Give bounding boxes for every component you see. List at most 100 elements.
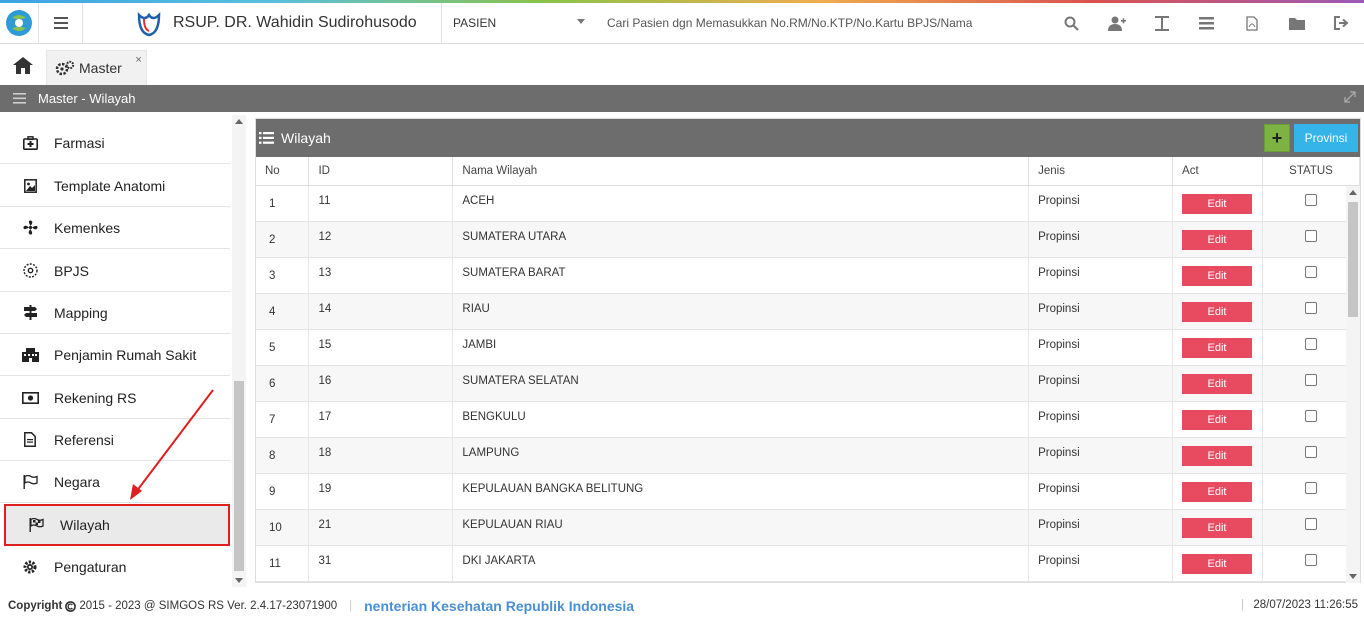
table-row[interactable]: 4 14 RIAU Propinsi Edit bbox=[256, 293, 1360, 330]
edit-button[interactable]: Edit bbox=[1182, 230, 1253, 250]
table-row[interactable]: 5 15 JAMBI Propinsi Edit bbox=[256, 329, 1360, 366]
edit-button[interactable]: Edit bbox=[1182, 518, 1253, 538]
table-row[interactable]: 11 31 DKI JAKARTA Propinsi Edit bbox=[256, 545, 1360, 582]
provinsi-button[interactable]: Provinsi bbox=[1294, 124, 1358, 152]
home-icon bbox=[13, 56, 33, 74]
footer-datetime: 28/07/2023 11:26:55 bbox=[1242, 599, 1358, 611]
table-scrollbar[interactable] bbox=[1346, 185, 1360, 583]
sidebar-item-label: Referensi bbox=[54, 431, 114, 448]
pdf-button[interactable] bbox=[1229, 3, 1274, 44]
status-checkbox[interactable] bbox=[1305, 554, 1317, 566]
edit-button[interactable]: Edit bbox=[1182, 338, 1253, 358]
app-logo[interactable] bbox=[0, 2, 39, 44]
table-row[interactable]: 8 18 LAMPUNG Propinsi Edit bbox=[256, 437, 1360, 474]
add-user-button[interactable] bbox=[1094, 3, 1139, 44]
medkit-icon bbox=[0, 135, 54, 150]
sidebar-item-penjamin-rumah-sakit[interactable]: Penjamin Rumah Sakit bbox=[0, 334, 230, 376]
scrollbar-thumb[interactable] bbox=[234, 381, 244, 571]
status-checkbox[interactable] bbox=[1305, 374, 1317, 386]
cell-id: 18 bbox=[308, 437, 454, 474]
table-row[interactable]: 9 19 KEPULAUAN BANGKA BELITUNG Propinsi Edit bbox=[256, 473, 1360, 510]
cell-nama-wilayah: LAMPUNG bbox=[452, 437, 1030, 474]
sidebar-item-template-anatomi[interactable]: Template Anatomi bbox=[0, 165, 230, 207]
column-header-id[interactable]: ID bbox=[308, 157, 454, 186]
column-header-status[interactable]: STATUS bbox=[1262, 157, 1361, 186]
status-checkbox[interactable] bbox=[1305, 230, 1317, 242]
building-icon bbox=[0, 347, 54, 362]
status-checkbox[interactable] bbox=[1305, 446, 1317, 458]
patient-search-input[interactable]: Cari Pasien dgn Memasukkan No.RM/No.KTP/… bbox=[597, 3, 1027, 44]
table-row[interactable]: 1 11 ACEH Propinsi Edit bbox=[256, 185, 1360, 222]
text-button[interactable] bbox=[1139, 3, 1184, 44]
table-row[interactable]: 2 12 SUMATERA UTARA Propinsi Edit bbox=[256, 221, 1360, 258]
edit-button[interactable]: Edit bbox=[1182, 446, 1253, 466]
cell-id: 11 bbox=[308, 185, 454, 222]
cell-id: 17 bbox=[308, 401, 454, 438]
cell-nama-wilayah: KEPULAUAN BANGKA BELITUNG bbox=[452, 473, 1030, 510]
search-category-select[interactable]: PASIEN bbox=[442, 3, 597, 44]
scroll-up-icon[interactable] bbox=[235, 119, 243, 124]
wilayah-panel: Wilayah + Provinsi No ID Nama Wilayah Je… bbox=[255, 118, 1361, 583]
gear-circle-icon bbox=[0, 263, 54, 278]
status-checkbox[interactable] bbox=[1305, 266, 1317, 278]
sidebar-item-label: Kemenkes bbox=[54, 219, 121, 236]
column-header-act[interactable]: Act bbox=[1172, 157, 1263, 186]
cell-act: Edit bbox=[1172, 365, 1263, 402]
sidebar-item-pengaturan[interactable]: Pengaturan bbox=[0, 546, 230, 587]
folder-icon bbox=[1288, 17, 1305, 30]
footer-marquee: nenterian Kesehatan Republik Indonesia bbox=[364, 598, 635, 614]
sidebar-item-farmasi[interactable]: Farmasi bbox=[0, 122, 230, 164]
sidebar-scrollbar[interactable] bbox=[232, 115, 246, 587]
edit-button[interactable]: Edit bbox=[1182, 410, 1253, 430]
search-button[interactable] bbox=[1049, 3, 1094, 44]
status-checkbox[interactable] bbox=[1305, 518, 1317, 530]
edit-button[interactable]: Edit bbox=[1182, 482, 1253, 502]
list-icon bbox=[259, 132, 274, 144]
scroll-down-icon[interactable] bbox=[235, 578, 243, 583]
folder-button[interactable] bbox=[1274, 3, 1319, 44]
status-checkbox[interactable] bbox=[1305, 302, 1317, 314]
status-checkbox[interactable] bbox=[1305, 482, 1317, 494]
edit-button[interactable]: Edit bbox=[1182, 302, 1253, 322]
close-icon[interactable]: × bbox=[135, 54, 141, 66]
tab-bar: Master × bbox=[0, 45, 1364, 85]
scroll-up-icon[interactable] bbox=[1349, 189, 1357, 195]
file-icon bbox=[0, 432, 54, 447]
sidebar-item-kemenkes[interactable]: Kemenkes bbox=[0, 207, 230, 249]
edit-button[interactable]: Edit bbox=[1182, 193, 1253, 214]
table-row[interactable]: 10 21 KEPULAUAN RIAU Propinsi Edit bbox=[256, 509, 1360, 546]
edit-button[interactable]: Edit bbox=[1182, 266, 1253, 286]
section-menu-button[interactable] bbox=[0, 93, 38, 104]
sidebar-item-label: Negara bbox=[54, 473, 100, 490]
sidebar-item-wilayah[interactable]: Wilayah bbox=[4, 504, 230, 546]
table-row[interactable]: 3 13 SUMATERA BARAT Propinsi Edit bbox=[256, 257, 1360, 294]
table-row[interactable]: 6 16 SUMATERA SELATAN Propinsi Edit bbox=[256, 365, 1360, 402]
column-header-no[interactable]: No bbox=[256, 157, 310, 186]
home-button[interactable] bbox=[0, 45, 46, 85]
cell-no: 7 bbox=[256, 401, 310, 438]
column-header-jenis[interactable]: Jenis bbox=[1028, 157, 1174, 186]
wilayah-table-header: No ID Nama Wilayah Jenis Act STATUS bbox=[256, 157, 1361, 186]
status-checkbox[interactable] bbox=[1305, 338, 1317, 350]
sidebar-item-bpjs[interactable]: BPJS bbox=[0, 250, 230, 292]
list-button[interactable] bbox=[1184, 3, 1229, 44]
cell-id: 13 bbox=[308, 257, 454, 294]
sidebar-item-mapping[interactable]: Mapping bbox=[0, 292, 230, 334]
status-checkbox[interactable] bbox=[1305, 193, 1317, 206]
sidebar-item-label: Penjamin Rumah Sakit bbox=[54, 346, 197, 363]
cog-icon bbox=[0, 560, 54, 574]
menu-toggle-button[interactable] bbox=[39, 2, 83, 44]
scrollbar-thumb[interactable] bbox=[1348, 201, 1358, 317]
edit-button[interactable]: Edit bbox=[1182, 554, 1253, 574]
add-button[interactable]: + bbox=[1264, 124, 1290, 152]
edit-button[interactable]: Edit bbox=[1182, 374, 1253, 394]
status-checkbox[interactable] bbox=[1305, 410, 1317, 422]
tab-master[interactable]: Master × bbox=[46, 50, 147, 85]
tab-master-label: Master bbox=[79, 60, 122, 76]
cell-status bbox=[1262, 473, 1360, 510]
column-header-nama-wilayah[interactable]: Nama Wilayah bbox=[452, 157, 1030, 186]
sign-out-button[interactable] bbox=[1319, 3, 1364, 44]
table-row[interactable]: 7 17 BENGKULU Propinsi Edit bbox=[256, 401, 1360, 438]
scroll-down-icon[interactable] bbox=[1349, 573, 1357, 579]
expand-icon[interactable] bbox=[1344, 91, 1356, 106]
